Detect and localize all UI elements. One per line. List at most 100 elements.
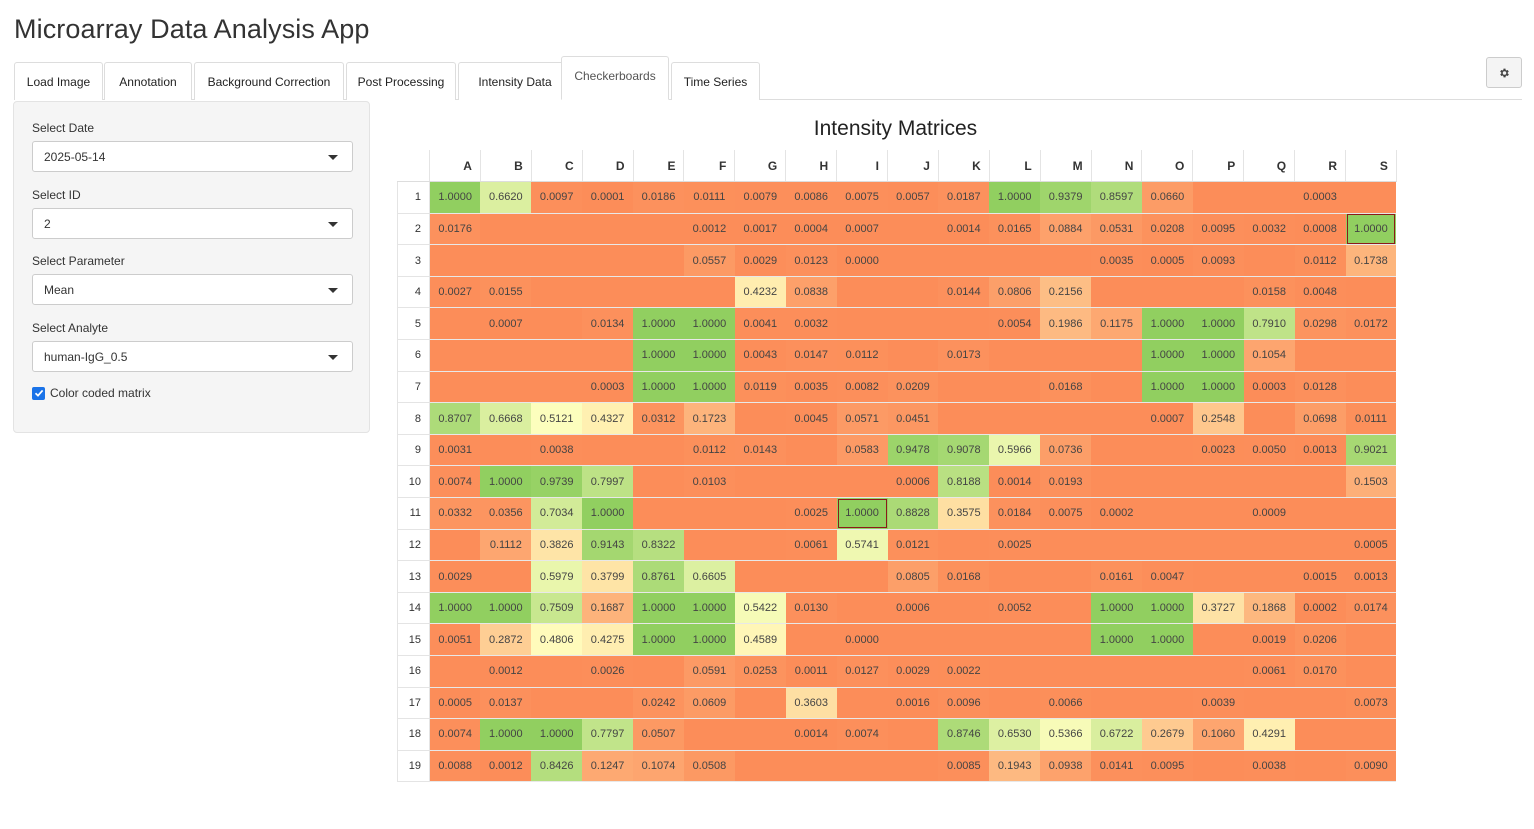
matrix-cell: 0.0011 [785,655,837,688]
matrix-cell [531,371,583,404]
matrix-cell: 0.0038 [531,434,583,467]
tab-post-processing[interactable]: Post Processing [346,62,456,100]
matrix-cell: 0.0002 [1294,592,1346,625]
matrix-cell [1192,560,1244,593]
matrix-cell [887,623,939,656]
matrix-cell: 0.0073 [1345,687,1397,720]
matrix-cell [734,529,786,562]
matrix-cell: 0.0112 [1294,244,1346,277]
settings-button[interactable] [1486,57,1522,88]
table-row: 19 0.0088 0.0012 0.8426 0.1247 0.1074 0.0508 0.… [397,750,1397,783]
tab-checkerboards[interactable]: Checkerboards [561,56,669,100]
column-header-i: I [836,150,889,183]
checkmark-icon [34,389,43,397]
tab-load-image[interactable]: Load Image [14,62,103,100]
matrix-cell [582,687,634,720]
matrix-cell: 0.0172 [1345,307,1397,341]
matrix-cell [989,623,1041,656]
matrix-cell [633,655,684,688]
table-row: 4 0.0027 0.0155 0.4232 0.0838 0.0144 0.0806 0.2… [397,276,1397,309]
matrix-cell: 0.0209 [887,371,939,404]
matrix-cell: 0.0253 [734,655,786,688]
table-row: 3 0.0557 0.0029 0.0123 0.0000 0.0035 0.0005 0.0… [397,244,1397,277]
tab-intensity-data[interactable]: Intensity Data [458,62,572,100]
matrix-cell [582,339,634,372]
matrix-cell: 1.0000 [531,718,583,751]
matrix-cell [1243,560,1295,593]
matrix-cell: 0.0095 [1192,213,1244,246]
select-parameter-dropdown[interactable]: Mean [32,274,353,305]
matrix-cell: 1.0000 [1141,339,1193,372]
matrix-cell: 0.0609 [683,687,735,720]
color-coded-checkbox[interactable] [32,386,45,400]
matrix-cell [531,276,583,309]
matrix-cell: 0.1986 [1040,307,1092,341]
chevron-down-icon [328,355,338,360]
matrix-cell: 0.0938 [1040,750,1092,783]
matrix-cell: 0.0007 [836,213,888,246]
matrix-cell: 0.4589 [734,623,786,656]
matrix-cell [480,339,532,372]
matrix-cell: 0.0112 [836,339,888,372]
matrix-cell: 0.7910 [1243,307,1295,341]
color-coded-option: Color coded matrix [32,386,151,400]
matrix-cell: 0.0090 [1345,750,1397,783]
matrix-cell [1192,465,1244,499]
matrix-cell: 0.0168 [938,560,990,593]
matrix-cell [1294,529,1346,562]
matrix-cell: 0.8746 [938,718,990,751]
chevron-down-icon [328,222,338,227]
matrix-cell: 0.0029 [887,655,939,688]
matrix-cell: 0.0557 [683,244,735,277]
matrix-cell [887,718,939,751]
column-header-e: E [633,150,685,183]
select-analyte-dropdown[interactable]: human-IgG_0.5 [32,341,353,372]
matrix-cell: 0.0014 [989,465,1041,499]
matrix-cell [836,750,888,783]
matrix-cell [683,497,735,530]
tab-background-correction[interactable]: Background Correction [194,62,344,100]
matrix-cell [836,307,888,341]
matrix-cell: 0.0027 [429,276,481,309]
matrix-cell [938,623,990,656]
matrix-cell [938,244,990,277]
row-header: 12 [397,529,430,562]
matrix-cell: 0.0805 [887,560,939,593]
matrix-cell: 0.0173 [938,339,990,372]
column-header-r: R [1294,150,1347,183]
matrix-cell: 0.0026 [582,655,634,688]
matrix-cell [734,560,786,593]
matrix-cell [887,339,939,372]
matrix-cell [1091,434,1142,467]
matrix-cell: 0.1247 [582,750,634,783]
matrix-cell: 0.3603 [785,687,837,720]
matrix-cell: 0.0332 [429,497,481,530]
matrix-cell [683,529,735,562]
matrix-cell [1294,750,1346,783]
matrix-cell: 0.0184 [989,497,1041,530]
select-id-dropdown[interactable]: 2 [32,208,353,239]
select-date-dropdown[interactable]: 2025-05-14 [32,141,353,172]
matrix-cell [1243,181,1295,214]
matrix-header-row: ABCDEFGHIJKLMNOPQRS [397,150,1397,183]
tab-time-series[interactable]: Time Series [671,62,760,100]
column-header-d: D [582,150,634,183]
matrix-cell [531,244,583,277]
matrix-cell [1345,497,1397,530]
tab-annotation[interactable]: Annotation [104,62,192,100]
matrix-cell: 0.0698 [1294,402,1346,435]
matrix-cell [938,592,990,625]
row-header: 8 [397,402,430,435]
matrix-cell: 0.0001 [582,181,634,214]
matrix-cell [1294,465,1346,499]
table-row: 11 0.0332 0.0356 0.7034 1.0000 0.0025 1.0000 0.… [397,497,1397,530]
matrix-corner [397,150,430,183]
matrix-cell [887,750,939,783]
matrix-cell: 0.0088 [429,750,481,783]
matrix-cell [1243,244,1295,277]
column-header-n: N [1091,150,1143,183]
matrix-cell [1040,623,1092,656]
matrix-cell: 0.0000 [836,623,888,656]
matrix-cell [633,465,684,499]
tab-bar: Load Image Annotation Background Correct… [14,56,1522,100]
